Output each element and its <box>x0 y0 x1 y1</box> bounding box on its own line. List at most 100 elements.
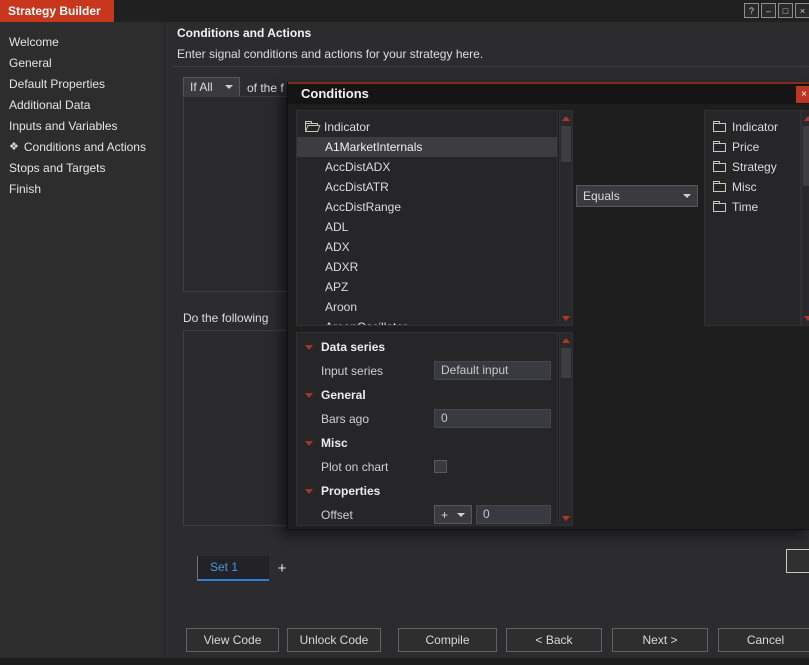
property-row-bars-ago: Bars ago 0 <box>297 407 557 431</box>
tree-folder-price[interactable]: Price <box>705 137 800 157</box>
sidebar-item-stops-and-targets[interactable]: Stops and Targets <box>0 158 164 179</box>
sidebar-item-general[interactable]: General <box>0 53 164 74</box>
properties-scrollbar[interactable] <box>559 332 573 526</box>
properties-grid: Data series Input series Default input G… <box>296 332 558 526</box>
sidebar-item-finish[interactable]: Finish <box>0 179 164 200</box>
dialog-close-button[interactable]: × <box>796 86 809 103</box>
scroll-up-icon[interactable] <box>560 111 572 125</box>
dialog-title: Conditions <box>301 86 369 101</box>
tree-item-adx[interactable]: ADX <box>297 237 557 257</box>
collapse-arrow-icon[interactable] <box>305 488 313 494</box>
window-title: Strategy Builder <box>8 4 101 18</box>
conditions-list-panel <box>183 96 293 292</box>
chevron-down-icon <box>683 194 691 198</box>
category-general[interactable]: General <box>297 383 557 407</box>
tree-folder-time[interactable]: Time <box>705 197 800 217</box>
property-row-plot-on-chart: Plot on chart <box>297 455 557 479</box>
collapse-arrow-icon[interactable] <box>305 440 313 446</box>
view-code-button[interactable]: View Code <box>186 628 279 652</box>
scroll-down-icon[interactable] <box>560 311 572 325</box>
window-title-tab: Strategy Builder <box>0 0 114 22</box>
tree-item-accdistadx[interactable]: AccDistADX <box>297 157 557 177</box>
page-title: Conditions and Actions <box>177 26 312 40</box>
chevron-down-icon <box>225 85 233 89</box>
compile-button[interactable]: Compile <box>398 628 497 652</box>
add-set-button[interactable]: + <box>273 557 291 580</box>
chevron-down-icon <box>457 512 465 517</box>
if-scope-suffix-text: of the f <box>247 81 284 95</box>
tree-item-indicator-root[interactable]: Indicator <box>297 117 557 137</box>
divider <box>172 66 809 67</box>
maximize-button[interactable]: □ <box>778 3 793 18</box>
offset-sign-dropdown[interactable]: + <box>434 505 472 524</box>
sidebar-item-conditions-and-actions[interactable]: ❖ Conditions and Actions <box>0 137 164 158</box>
scroll-up-icon[interactable] <box>560 333 572 347</box>
input-series-field[interactable]: Default input <box>434 361 551 380</box>
right-scrollbar-thumb[interactable] <box>803 126 809 186</box>
close-button[interactable]: × <box>795 3 809 18</box>
right-list-scrollbar[interactable] <box>801 110 809 326</box>
folder-icon <box>713 120 726 132</box>
unlock-code-button[interactable]: Unlock Code <box>287 628 381 652</box>
sidebar-item-inputs-and-variables[interactable]: Inputs and Variables <box>0 116 164 137</box>
category-data-series[interactable]: Data series <box>297 335 557 359</box>
window-controls: ? – □ × <box>744 3 809 18</box>
left-scrollbar-thumb[interactable] <box>561 126 571 162</box>
tree-item-apz[interactable]: APZ <box>297 277 557 297</box>
window-titlebar: Strategy Builder ? – □ × <box>0 0 809 22</box>
properties-scrollbar-thumb[interactable] <box>561 348 571 378</box>
if-scope-dropdown[interactable]: If All <box>183 77 240 97</box>
tree-folder-indicator[interactable]: Indicator <box>705 117 800 137</box>
sidebar-item-welcome[interactable]: Welcome <box>0 32 164 53</box>
left-list-scrollbar[interactable] <box>559 110 573 326</box>
tree-folder-strategy[interactable]: Strategy <box>705 157 800 177</box>
dialog-titlebar[interactable]: Conditions × <box>288 82 809 104</box>
tree-item-accdistrange[interactable]: AccDistRange <box>297 197 557 217</box>
scroll-down-icon[interactable] <box>560 511 572 525</box>
property-row-input-series: Input series Default input <box>297 359 557 383</box>
tree-item-adl[interactable]: ADL <box>297 217 557 237</box>
bottom-strip <box>0 658 809 665</box>
scroll-down-icon[interactable] <box>802 311 809 325</box>
tree-item-aroon[interactable]: Aroon <box>297 297 557 317</box>
folder-icon <box>713 160 726 172</box>
tab-set-1[interactable]: Set 1 <box>197 556 269 581</box>
tree-item-aroonoscillator[interactable]: AroonOscillator <box>297 317 557 325</box>
tree-folder-misc[interactable]: Misc <box>705 177 800 197</box>
minimize-button[interactable]: – <box>761 3 776 18</box>
folder-icon <box>713 180 726 192</box>
current-step-icon: ❖ <box>9 141 19 153</box>
do-following-label: Do the following <box>183 311 269 325</box>
cancel-button[interactable]: Cancel <box>718 628 809 652</box>
tree-item-adxr[interactable]: ADXR <box>297 257 557 277</box>
page-subtitle: Enter signal conditions and actions for … <box>177 47 484 61</box>
actions-list-panel <box>183 330 293 526</box>
category-properties[interactable]: Properties <box>297 479 557 503</box>
collapse-arrow-icon[interactable] <box>305 392 313 398</box>
category-tree-list: Indicator Price Strategy Misc Time <box>704 110 801 326</box>
property-row-offset: Offset + 0 <box>297 503 557 525</box>
indicator-tree-list: Indicator A1MarketInternals AccDistADX A… <box>296 110 558 326</box>
back-button[interactable]: < Back <box>506 628 602 652</box>
plot-on-chart-checkbox[interactable] <box>434 460 447 473</box>
conditions-dialog: Conditions × Indicator A1MarketInternals… <box>287 82 809 530</box>
sidebar: Welcome General Default Properties Addit… <box>0 22 165 658</box>
next-button[interactable]: Next > <box>612 628 708 652</box>
category-misc[interactable]: Misc <box>297 431 557 455</box>
collapse-arrow-icon[interactable] <box>305 344 313 350</box>
tree-item-a1marketinternals[interactable]: A1MarketInternals <box>297 137 557 157</box>
folder-open-icon <box>305 120 318 132</box>
tree-item-label: Indicator <box>324 120 371 134</box>
bars-ago-field[interactable]: 0 <box>434 409 551 428</box>
scroll-up-icon[interactable] <box>802 111 809 125</box>
partial-edge-box[interactable] <box>786 549 809 573</box>
offset-value-field[interactable]: 0 <box>476 505 551 524</box>
tree-item-accdistatr[interactable]: AccDistATR <box>297 177 557 197</box>
folder-icon <box>713 140 726 152</box>
operator-dropdown[interactable]: Equals <box>576 185 698 207</box>
folder-icon <box>713 200 726 212</box>
help-button[interactable]: ? <box>744 3 759 18</box>
sidebar-item-label: Conditions and Actions <box>23 140 146 154</box>
sidebar-item-additional-data[interactable]: Additional Data <box>0 95 164 116</box>
sidebar-item-default-properties[interactable]: Default Properties <box>0 74 164 95</box>
